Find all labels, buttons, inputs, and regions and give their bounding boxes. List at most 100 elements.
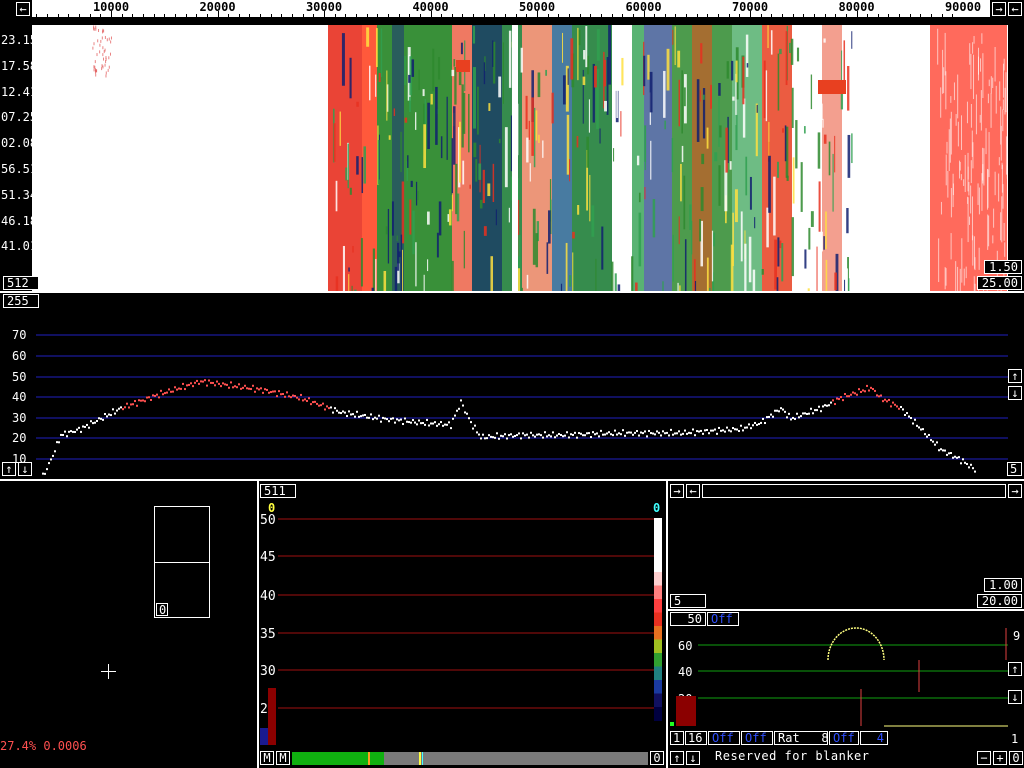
spectrum-point [764, 422, 766, 425]
ctrl-16[interactable]: 16 [685, 731, 707, 745]
spectrum-point [552, 431, 554, 434]
spectrum-up-button[interactable]: ↑ [1008, 369, 1022, 383]
rat-label: Rat [778, 731, 800, 745]
ruler-tick [132, 14, 134, 17]
waterfall-line-count[interactable]: 512 [3, 276, 39, 290]
baseband-colorscale-segment [654, 518, 662, 532]
smeter-top-value[interactable]: 50 [670, 612, 706, 626]
spectrum-point [486, 437, 488, 440]
mode-m1-button[interactable]: M [260, 751, 274, 765]
smeter-down-button[interactable]: ↓ [1008, 690, 1022, 704]
spectrum-point [90, 420, 92, 423]
baseband-top-value[interactable]: 511 [260, 484, 296, 498]
spectrum-point [738, 430, 740, 433]
spectrum-down-left-button[interactable]: ↓ [18, 462, 32, 476]
baseband-graph[interactable]: 504540353025 [258, 500, 666, 750]
spectrum-point [828, 404, 830, 407]
toggle-off-3[interactable]: Off [829, 731, 859, 745]
spectrum-point [838, 398, 840, 401]
spectrum-point [954, 455, 956, 458]
spectrum-point [212, 381, 214, 384]
toggle-off-2[interactable]: Off [741, 731, 773, 745]
spectrum-point [490, 435, 492, 438]
spectrum-point [696, 430, 698, 433]
ruler-tick [473, 14, 475, 17]
smeter-down-bottom-button[interactable]: ↓ [686, 751, 700, 765]
zero-button[interactable]: 0 [1009, 751, 1023, 765]
ruler-tick [206, 14, 208, 17]
ruler-tick [334, 14, 336, 17]
spectrum-point [102, 418, 104, 421]
baseband-right-value[interactable]: 0 [650, 751, 664, 765]
right-scroll-track[interactable] [702, 484, 1006, 498]
spectrum-point [534, 435, 536, 438]
ruler-tick [196, 14, 198, 17]
spectrum-point [806, 412, 808, 415]
baseband-level-bar[interactable] [292, 752, 648, 765]
spectrum-point [648, 429, 650, 432]
rat-control[interactable]: Rat 8 [774, 731, 829, 745]
spectrum-point [732, 427, 734, 430]
spectrum-point [542, 436, 544, 439]
ruler-tick [451, 14, 453, 17]
spectrum-top-value[interactable]: 255 [3, 294, 39, 308]
spectrum-point [812, 412, 814, 415]
waterfall-display[interactable] [32, 25, 1008, 291]
signal-box[interactable] [154, 506, 210, 618]
spectrum-point [254, 390, 256, 393]
spectrum-point [304, 398, 306, 401]
scroll-left2-button[interactable]: ← [1008, 2, 1022, 16]
ruler-tick [718, 14, 720, 17]
plus-button[interactable]: + [993, 751, 1007, 765]
toggle-off-1[interactable]: Off [708, 731, 740, 745]
ruler-tick [36, 14, 38, 17]
spectrum-point [198, 382, 200, 385]
minus-button[interactable]: − [977, 751, 991, 765]
ruler-tick [792, 14, 794, 17]
mode-m2-button[interactable]: M [276, 751, 290, 765]
waterfall-gain[interactable]: 1.50 [984, 260, 1022, 274]
value-4[interactable]: 4 [860, 731, 888, 745]
spectrum-point [718, 426, 720, 429]
smeter-graph[interactable]: 604020 [668, 626, 1024, 730]
right-scroll-right2-button[interactable]: → [1008, 484, 1022, 498]
scroll-right-button[interactable]: → [992, 2, 1006, 16]
smeter-up-bottom-button[interactable]: ↑ [670, 751, 684, 765]
spectrum-point [918, 426, 920, 429]
spectrum-point [104, 413, 106, 416]
spectrum-plot[interactable]: 70605040302010 [0, 310, 1024, 480]
waterfall-zero[interactable]: 25.00 [977, 276, 1022, 290]
spectrum-point [662, 430, 664, 433]
right-scroll-left-button[interactable]: ← [686, 484, 700, 498]
right-scroll-right-button[interactable]: → [670, 484, 684, 498]
right-gain[interactable]: 1.00 [984, 578, 1022, 592]
spectrum-down-button[interactable]: ↓ [1008, 386, 1022, 400]
spectrum-point [690, 432, 692, 435]
spectrum-point [324, 408, 326, 411]
spectrum-point [412, 419, 414, 422]
spectrum-point [712, 429, 714, 432]
spectrum-point [332, 411, 334, 414]
spectrum-point [592, 431, 594, 434]
spectrum-point [802, 412, 804, 415]
spectrum-point [66, 435, 68, 438]
scroll-left-button[interactable]: ← [16, 2, 30, 16]
spectrum-point [358, 415, 360, 418]
spectrum-point [622, 429, 624, 432]
spectrum-point [974, 470, 976, 473]
smeter-top-toggle[interactable]: Off [707, 612, 739, 626]
spectrum-point [716, 432, 718, 435]
spectrum-point [644, 430, 646, 433]
spectrum-point [112, 408, 114, 411]
right-zero[interactable]: 20.00 [977, 594, 1022, 608]
spectrum-point [830, 401, 832, 404]
ctrl-1[interactable]: 1 [670, 731, 684, 745]
spectrum-up-left-button[interactable]: ↑ [2, 462, 16, 476]
spectrum-point [882, 400, 884, 403]
spectrum-point [294, 394, 296, 397]
spectrum-point [472, 427, 474, 430]
spectrum-avg[interactable]: 5 [1007, 462, 1022, 476]
spectrum-point [432, 422, 434, 425]
smeter-up-button[interactable]: ↑ [1008, 662, 1022, 676]
right-avg[interactable]: 5 [670, 594, 706, 608]
